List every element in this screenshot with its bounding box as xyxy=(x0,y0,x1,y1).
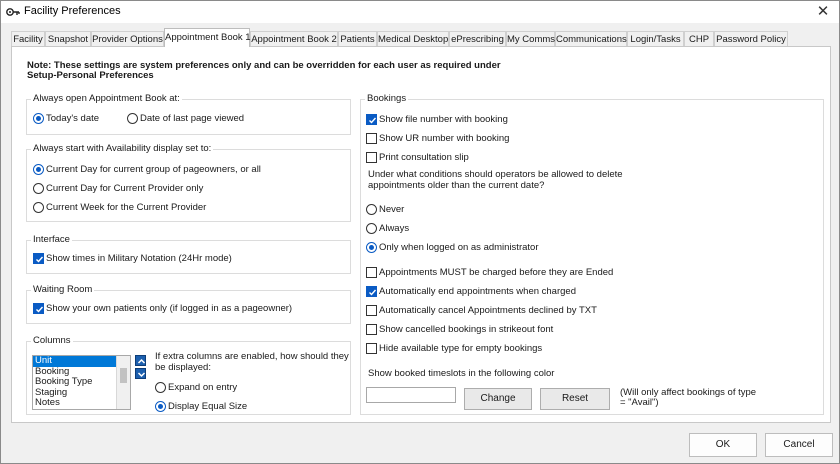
tab-my-comms[interactable]: My Comms xyxy=(506,31,555,47)
key-icon xyxy=(6,6,20,18)
delete-question-line-2: appointments older than the current date… xyxy=(368,180,545,191)
interface-label: Interface xyxy=(31,234,72,245)
radio-indicator xyxy=(366,204,377,215)
checkbox-label: Automatically end appointments when char… xyxy=(379,286,576,297)
checkbox-indicator xyxy=(366,133,377,144)
checkbox-indicator xyxy=(33,303,44,314)
tab-patients[interactable]: Patients xyxy=(338,31,377,47)
checkbox-label: Show file number with booking xyxy=(379,114,508,125)
timeslot-color-swatch xyxy=(366,387,456,403)
always-open-label: Always open Appointment Book at: xyxy=(31,93,182,104)
tab-appointment-book-2[interactable]: Appointment Book 2 xyxy=(250,31,338,47)
radio-label: Only when logged on as administrator xyxy=(379,242,539,253)
checkbox-label: Show your own patients only (if logged i… xyxy=(46,303,293,314)
timeslot-color-label: Show booked timeslots in the following c… xyxy=(368,368,555,379)
move-up-button[interactable] xyxy=(135,355,146,366)
radio-indicator xyxy=(33,113,44,124)
delete-question-line-1: Under what conditions should operators b… xyxy=(368,169,623,180)
radio-indicator xyxy=(366,242,377,253)
availability-label: Always start with Availability display s… xyxy=(31,143,214,154)
checkbox-label: Hide available type for empty bookings xyxy=(379,343,543,354)
color-note-line-2: = "Avail") xyxy=(620,397,659,408)
radio-label: Always xyxy=(379,223,410,234)
radio-label: Display Equal Size xyxy=(168,401,248,412)
checkbox-indicator xyxy=(366,286,377,297)
radio-label: Today's date xyxy=(46,113,100,124)
change-color-button[interactable]: Change xyxy=(464,388,532,410)
cancel-button[interactable]: Cancel xyxy=(765,433,833,457)
checkbox-indicator xyxy=(366,324,377,335)
tab-password-policy[interactable]: Password Policy xyxy=(714,31,788,47)
radio-indicator xyxy=(33,164,44,175)
checkbox-indicator xyxy=(366,267,377,278)
scrollbar-thumb[interactable] xyxy=(120,368,127,383)
tab-communications[interactable]: Communications xyxy=(555,31,627,47)
radio-label: Expand on entry xyxy=(168,382,238,393)
bookings-group: Bookings Show file number with booking S… xyxy=(360,93,824,415)
checkbox-indicator xyxy=(366,343,377,354)
radio-indicator xyxy=(155,382,166,393)
title-bar: Facility Preferences ✕ xyxy=(1,1,839,23)
note-line-2: Setup-Personal Preferences xyxy=(27,70,154,81)
checkbox-indicator xyxy=(366,114,377,125)
columns-question-line-2: be displayed: xyxy=(155,362,211,373)
checkbox-label: Show UR number with booking xyxy=(379,133,510,144)
columns-listbox[interactable]: Unit Booking Booking Type Staging Notes xyxy=(32,355,131,410)
always-open-group: Always open Appointment Book at: Today's… xyxy=(26,93,351,135)
tab-provider-options[interactable]: Provider Options xyxy=(91,31,164,47)
arrow-up-icon xyxy=(137,358,146,364)
checkbox-label: Automatically cancel Appointments declin… xyxy=(379,305,597,316)
radio-label: Current Day for current group of pageown… xyxy=(46,164,261,175)
radio-label: Date of last page viewed xyxy=(140,113,245,124)
columns-question-line-1: If extra columns are enabled, how should… xyxy=(155,351,349,362)
radio-indicator xyxy=(366,223,377,234)
interface-group: Interface Show times in Military Notatio… xyxy=(26,234,351,274)
checkbox-label: Print consultation slip xyxy=(379,152,469,163)
tab-strip: Facility Snapshot Provider Options Appoi… xyxy=(11,28,831,47)
checkbox-indicator xyxy=(366,305,377,316)
tab-appointment-book-1[interactable]: Appointment Book 1 xyxy=(164,28,251,47)
checkbox-label: Show cancelled bookings in strikeout fon… xyxy=(379,324,554,335)
bookings-label: Bookings xyxy=(365,93,409,104)
checkbox-indicator xyxy=(33,253,44,264)
tab-medical-desktop[interactable]: Medical Desktop xyxy=(377,31,449,47)
availability-group: Always start with Availability display s… xyxy=(26,143,351,222)
checkbox-indicator xyxy=(366,152,377,163)
radio-indicator xyxy=(33,183,44,194)
radio-indicator xyxy=(127,113,138,124)
waiting-room-group: Waiting Room Show your own patients only… xyxy=(26,284,351,324)
radio-label: Current Week for the Current Provider xyxy=(46,202,207,213)
columns-label: Columns xyxy=(31,335,73,346)
tab-facility[interactable]: Facility xyxy=(11,31,45,47)
checkbox-label: Appointments MUST be charged before they… xyxy=(379,267,614,278)
facility-preferences-window: Facility Preferences ✕ Facility Snapshot… xyxy=(0,0,840,464)
window-title: Facility Preferences xyxy=(24,5,121,17)
tab-eprescribing[interactable]: ePrescribing xyxy=(449,31,506,47)
radio-indicator xyxy=(155,401,166,412)
tab-login-tasks[interactable]: Login/Tasks xyxy=(627,31,684,47)
radio-indicator xyxy=(33,202,44,213)
arrow-down-icon xyxy=(137,372,146,378)
tab-snapshot[interactable]: Snapshot xyxy=(45,31,91,47)
move-down-button[interactable] xyxy=(135,368,146,379)
waiting-room-label: Waiting Room xyxy=(31,284,95,295)
tab-chp[interactable]: CHP xyxy=(684,31,714,47)
columns-group: Columns Unit Booking Booking Type Stagin… xyxy=(26,335,351,415)
listbox-scrollbar[interactable] xyxy=(116,356,130,409)
checkbox-label: Show times in Military Notation (24Hr mo… xyxy=(46,253,232,264)
ok-button[interactable]: OK xyxy=(689,433,757,457)
radio-label: Never xyxy=(379,204,405,215)
reset-color-button[interactable]: Reset xyxy=(540,388,610,410)
radio-label: Current Day for Current Provider only xyxy=(46,183,204,194)
close-button[interactable]: ✕ xyxy=(813,3,833,21)
appointment-book-1-panel: Note: These settings are system preferen… xyxy=(11,46,831,423)
